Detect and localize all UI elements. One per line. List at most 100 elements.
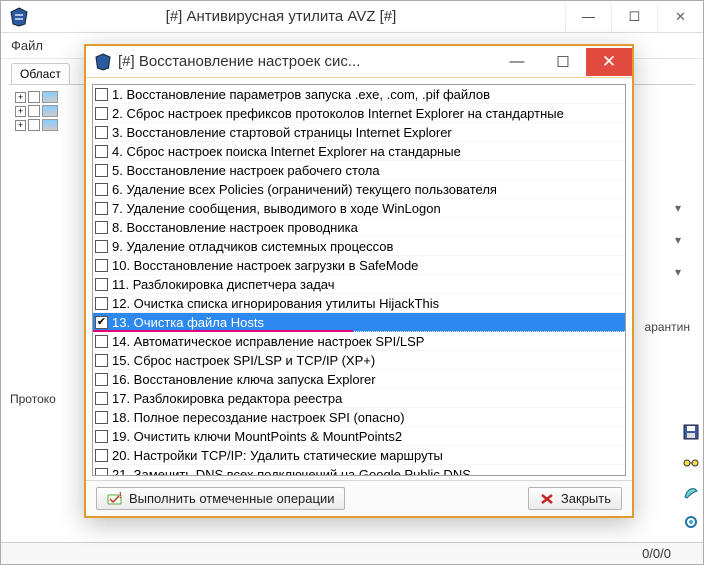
quarantine-label-partial: арантин (645, 320, 690, 334)
list-item[interactable]: 11. Разблокировка диспетчера задач (93, 275, 625, 294)
list-item[interactable]: 7. Удаление сообщения, выводимого в ходе… (93, 199, 625, 218)
menu-file[interactable]: Файл (11, 38, 43, 53)
close-button-label: Закрыть (561, 491, 611, 506)
list-item-label: 19. Очистить ключи MountPoints & MountPo… (112, 429, 623, 444)
list-item[interactable]: 12. Очистка списка игнорирования утилиты… (93, 294, 625, 313)
list-item-label: 18. Полное пересоздание настроек SPI (оп… (112, 410, 623, 425)
status-counts: 0/0/0 (642, 546, 671, 561)
list-checkbox[interactable] (95, 259, 108, 272)
list-checkbox[interactable] (95, 221, 108, 234)
list-item-label: 6. Удаление всех Policies (ограничений) … (112, 182, 623, 197)
close-icon (539, 492, 555, 506)
tree-area: + + + (15, 91, 85, 133)
list-checkbox[interactable] (95, 411, 108, 424)
chevron-down-icon[interactable]: ▾ (675, 233, 681, 247)
list-item[interactable]: 19. Очистить ключи MountPoints & MountPo… (93, 427, 625, 446)
list-checkbox[interactable] (95, 107, 108, 120)
tree-checkbox[interactable] (28, 91, 40, 103)
list-item-label: 15. Сброс настроек SPI/LSP и TCP/IP (XP+… (112, 353, 623, 368)
drive-icon (42, 91, 58, 103)
minimize-button[interactable]: — (565, 3, 611, 31)
tree-node[interactable]: + (15, 119, 85, 131)
list-item[interactable]: 1. Восстановление параметров запуска .ex… (93, 85, 625, 104)
list-checkbox[interactable]: ✔ (95, 316, 108, 329)
list-checkbox[interactable] (95, 278, 108, 291)
list-item[interactable]: 6. Удаление всех Policies (ограничений) … (93, 180, 625, 199)
restore-dialog: [#] Восстановление настроек сис... — ☐ ✕… (84, 44, 634, 518)
list-item[interactable]: 8. Восстановление настроек проводника (93, 218, 625, 237)
list-checkbox[interactable] (95, 183, 108, 196)
chevron-down-icon[interactable]: ▾ (675, 201, 681, 215)
tree-checkbox[interactable] (28, 119, 40, 131)
list-item[interactable]: 17. Разблокировка редактора реестра (93, 389, 625, 408)
main-titlebar: [#] Антивирусная утилита AVZ [#] — ☐ ✕ (1, 1, 703, 33)
list-item[interactable]: 20. Настройки TCP/IP: Удалить статически… (93, 446, 625, 465)
maximize-button[interactable]: ☐ (611, 3, 657, 31)
main-window-buttons: — ☐ ✕ (565, 3, 703, 31)
list-item[interactable]: 21. Заменить DNS всех подключений на Goo… (93, 465, 625, 476)
side-dropdowns: ▾ ▾ ▾ (675, 201, 681, 279)
list-item[interactable]: 5. Восстановление настроек рабочего стол… (93, 161, 625, 180)
list-checkbox[interactable] (95, 335, 108, 348)
tree-node[interactable]: + (15, 105, 85, 117)
expand-icon[interactable]: + (15, 106, 26, 117)
dialog-close-button[interactable]: ✕ (586, 48, 632, 76)
list-item-label: 21. Заменить DNS всех подключений на Goo… (112, 467, 623, 477)
tree-node[interactable]: + (15, 91, 85, 103)
settings-icon[interactable] (682, 513, 700, 531)
list-item[interactable]: 16. Восстановление ключа запуска Explore… (93, 370, 625, 389)
list-checkbox[interactable] (95, 126, 108, 139)
main-title: [#] Антивирусная утилита AVZ [#] (37, 8, 565, 25)
restore-list[interactable]: 1. Восстановление параметров запуска .ex… (92, 84, 626, 476)
protocol-label: Протоко (10, 392, 56, 406)
list-checkbox[interactable] (95, 202, 108, 215)
list-item[interactable]: 15. Сброс настроек SPI/LSP и TCP/IP (XP+… (93, 351, 625, 370)
expand-icon[interactable]: + (15, 120, 26, 131)
list-item[interactable]: 4. Сброс настроек поиска Internet Explor… (93, 142, 625, 161)
chevron-down-icon[interactable]: ▾ (675, 265, 681, 279)
close-dialog-button[interactable]: Закрыть (528, 487, 622, 510)
list-checkbox[interactable] (95, 430, 108, 443)
list-item-label: 14. Автоматическое исправление настроек … (112, 334, 623, 349)
side-toolbar (682, 423, 700, 531)
list-item[interactable]: 2. Сброс настроек префиксов протоколов I… (93, 104, 625, 123)
expand-icon[interactable]: + (15, 92, 26, 103)
list-item[interactable]: 10. Восстановление настроек загрузки в S… (93, 256, 625, 275)
drive-icon (42, 119, 58, 131)
list-checkbox[interactable] (95, 297, 108, 310)
tree-checkbox[interactable] (28, 105, 40, 117)
list-item-label: 13. Очистка файла Hosts (112, 315, 623, 330)
drive-icon (42, 105, 58, 117)
run-icon: ! (107, 492, 123, 506)
dialog-minimize-button[interactable]: — (494, 48, 540, 76)
list-item[interactable]: 18. Полное пересоздание настроек SPI (оп… (93, 408, 625, 427)
list-checkbox[interactable] (95, 88, 108, 101)
list-item-label: 8. Восстановление настроек проводника (112, 220, 623, 235)
dialog-titlebar[interactable]: [#] Восстановление настроек сис... — ☐ ✕ (86, 46, 632, 78)
list-item[interactable]: 9. Удаление отладчиков системных процесс… (93, 237, 625, 256)
dialog-maximize-button[interactable]: ☐ (540, 48, 586, 76)
list-item[interactable]: 3. Восстановление стартовой страницы Int… (93, 123, 625, 142)
tab-area[interactable]: Област (11, 63, 70, 84)
close-button[interactable]: ✕ (657, 3, 703, 31)
save-icon[interactable] (682, 423, 700, 441)
app-icon (94, 53, 112, 71)
glasses-icon[interactable] (682, 453, 700, 471)
list-checkbox[interactable] (95, 449, 108, 462)
painter-icon[interactable] (682, 483, 700, 501)
list-checkbox[interactable] (95, 145, 108, 158)
run-button[interactable]: ! Выполнить отмеченные операции (96, 487, 345, 510)
list-item[interactable]: 14. Автоматическое исправление настроек … (93, 332, 625, 351)
list-checkbox[interactable] (95, 373, 108, 386)
list-item-label: 5. Восстановление настроек рабочего стол… (112, 163, 623, 178)
list-item-label: 10. Восстановление настроек загрузки в S… (112, 258, 623, 273)
list-checkbox[interactable] (95, 392, 108, 405)
list-checkbox[interactable] (95, 354, 108, 367)
list-item[interactable]: ✔ 13. Очистка файла Hosts (93, 313, 625, 332)
list-checkbox[interactable] (95, 240, 108, 253)
list-item-label: 16. Восстановление ключа запуска Explore… (112, 372, 623, 387)
list-item-label: 20. Настройки TCP/IP: Удалить статически… (112, 448, 623, 463)
list-checkbox[interactable] (95, 468, 108, 477)
list-item-label: 17. Разблокировка редактора реестра (112, 391, 623, 406)
list-checkbox[interactable] (95, 164, 108, 177)
